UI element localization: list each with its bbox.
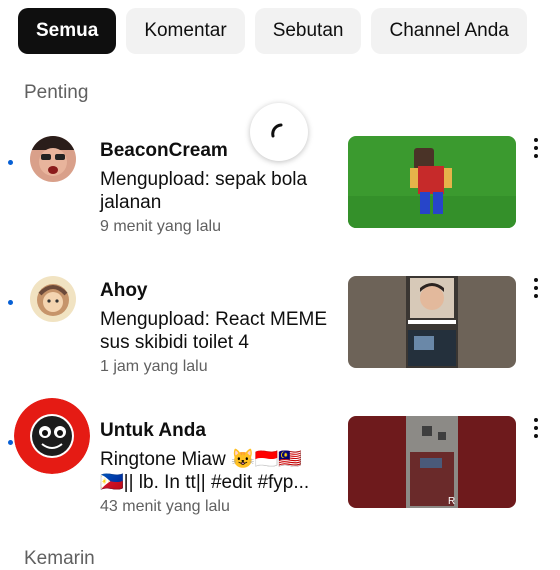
unread-dot xyxy=(8,160,13,165)
notification-time: 1 jam yang lalu xyxy=(100,358,208,375)
video-thumbnail[interactable] xyxy=(348,136,516,228)
filter-chips: Semua Komentar Sebutan Channel Anda xyxy=(18,8,527,54)
notification-text: Mengupload: sepak bola jalanan xyxy=(100,169,308,213)
notification-time: 9 menit yang lalu xyxy=(100,218,221,235)
notification-item[interactable]: BeaconCream Mengupload: sepak bola jalan… xyxy=(0,136,560,256)
svg-text:R: R xyxy=(448,496,455,507)
unread-dot xyxy=(8,440,13,445)
notification-item[interactable]: Untuk Anda Ringtone Miaw 😺🇮🇩🇲🇾🇵🇭|| lb. I… xyxy=(0,398,560,536)
chip-channel-anda[interactable]: Channel Anda xyxy=(371,8,527,54)
section-title: Penting xyxy=(24,82,89,103)
more-vert-icon[interactable] xyxy=(528,276,544,300)
avatar[interactable] xyxy=(14,398,90,474)
avatar[interactable] xyxy=(30,276,76,322)
more-vert-icon[interactable] xyxy=(528,136,544,160)
unread-dot xyxy=(8,300,13,305)
next-section-title: Kemarin xyxy=(24,548,95,569)
notification-text: Mengupload: React MEME sus skibidi toile… xyxy=(100,309,328,353)
notification-text: Ringtone Miaw 😺🇮🇩🇲🇾🇵🇭|| lb. In tt|| #edi… xyxy=(100,449,310,493)
chip-komentar[interactable]: Komentar xyxy=(126,8,245,54)
channel-name: BeaconCream xyxy=(100,140,228,161)
video-thumbnail[interactable] xyxy=(348,276,516,368)
channel-name: Ahoy xyxy=(100,280,148,301)
more-vert-icon[interactable] xyxy=(528,416,544,440)
avatar[interactable] xyxy=(30,136,76,182)
notification-item[interactable]: Ahoy Mengupload: React MEME sus skibidi … xyxy=(0,276,560,396)
chip-semua[interactable]: Semua xyxy=(18,8,117,54)
video-thumbnail[interactable]: R xyxy=(348,416,516,508)
chip-sebutan[interactable]: Sebutan xyxy=(254,8,362,54)
notification-time: 43 menit yang lalu xyxy=(100,498,230,515)
channel-name: Untuk Anda xyxy=(100,420,206,441)
